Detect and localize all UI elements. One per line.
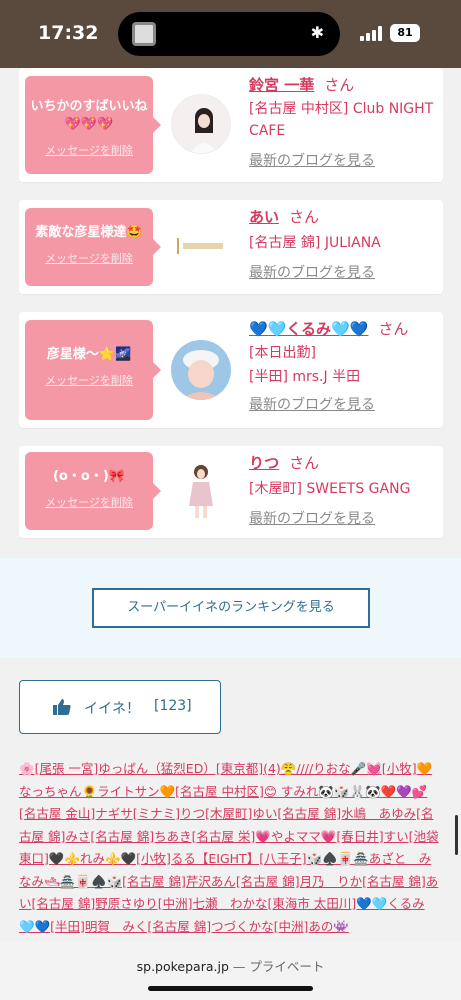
- cast-name-link[interactable]: りつ: [249, 454, 279, 472]
- browser-bottom-bar: sp.pokepara.jp — プライベート: [0, 942, 461, 1000]
- cast-info: あい さん [名古屋 錦] JULIANA 最新のブログを見る: [249, 206, 439, 282]
- private-mode-label: プライベート: [249, 959, 325, 974]
- avatar[interactable]: [171, 94, 231, 154]
- avatar[interactable]: [171, 460, 231, 520]
- thumbs-up-icon: [53, 699, 71, 715]
- honorific: さん: [324, 76, 355, 94]
- liked-by-list[interactable]: 🌸[尾張 一宮]ゆっぱん（猛烈ED）[東京都](4)😤////りおな🎤💓[小牧]…: [19, 758, 439, 938]
- message-bubble: 彦星様〜⭐️🌌 メッセージを削除: [25, 320, 161, 420]
- like-card: いちかのすばいいね💖💖💖 メッセージを削除 鈴宮 一華 さん [名古屋 中村区] …: [19, 68, 443, 182]
- now-playing-thumbnail-icon: [132, 22, 156, 46]
- like-button[interactable]: イイネ！ [123]: [19, 680, 221, 734]
- url-separator: —: [232, 959, 246, 974]
- delete-message-link[interactable]: メッセージを削除: [25, 372, 153, 388]
- dynamic-island: ✱: [118, 12, 340, 56]
- attendance-status: [本日出勤]: [249, 345, 316, 361]
- shop-info: [木屋町] SWEETS GANG: [249, 481, 411, 497]
- woman-standing-icon: [189, 465, 213, 518]
- cellular-signal-icon: [360, 26, 384, 41]
- message-bubble: いちかのすばいいね💖💖💖 メッセージを削除: [25, 76, 161, 174]
- message-bubble: (o・o・)🎀 メッセージを削除: [25, 452, 161, 530]
- liked-by-links[interactable]: 🌸[尾張 一宮]ゆっぱん（猛烈ED）[東京都](4)😤////りおな🎤💓[小牧]…: [19, 761, 439, 934]
- latest-blog-link[interactable]: 最新のブログを見る: [249, 262, 439, 282]
- message-text: 彦星様〜⭐️🌌: [46, 347, 132, 362]
- cast-info: りつ さん [木屋町] SWEETS GANG 最新のブログを見る: [249, 452, 439, 528]
- latest-blog-link[interactable]: 最新のブログを見る: [249, 508, 439, 528]
- scrollbar[interactable]: [455, 815, 458, 855]
- message-text: (o・o・)🎀: [53, 469, 125, 484]
- status-time: 17:32: [38, 22, 99, 44]
- avatar[interactable]: [171, 340, 231, 400]
- url-domain: sp.pokepara.jp: [136, 959, 229, 974]
- status-bar: 17:32 ✱ 81: [0, 0, 461, 68]
- shop-info: [名古屋 錦] JULIANA: [249, 235, 381, 251]
- latest-blog-link[interactable]: 最新のブログを見る: [249, 394, 439, 414]
- shop-info: [名古屋 中村区] Club NIGHT CAFE: [249, 101, 434, 139]
- delete-message-link[interactable]: メッセージを削除: [25, 142, 153, 158]
- honorific: さん: [289, 208, 320, 226]
- delete-message-link[interactable]: メッセージを削除: [25, 494, 153, 510]
- cast-name-link[interactable]: あい: [249, 208, 279, 226]
- cast-info: 鈴宮 一華 さん [名古屋 中村区] Club NIGHT CAFE 最新のブログ…: [249, 74, 439, 170]
- home-indicator[interactable]: [148, 986, 313, 991]
- honorific: さん: [289, 454, 320, 472]
- like-card: (o・o・)🎀 メッセージを削除 りつ さん [木屋町] SWEETS GANG …: [19, 446, 443, 538]
- like-card: 素敵な彦星様達🤩 メッセージを削除 あい さん [名古屋 錦] JULIANA 最…: [19, 200, 443, 294]
- latest-blog-link[interactable]: 最新のブログを見る: [249, 150, 439, 170]
- juliana-logo-icon: [177, 238, 223, 254]
- like-label: イイネ！: [84, 701, 140, 717]
- bluetooth-icon: ✱: [310, 23, 324, 42]
- cast-info: 💙🩵くるみ🩵💙 さん [本日出勤] [半田] mrs.J 半田 最新のブログを見る: [249, 318, 439, 414]
- message-bubble: 素敵な彦星様達🤩 メッセージを削除: [25, 208, 161, 286]
- woman-portrait-icon: [191, 108, 217, 153]
- avatar[interactable]: [171, 216, 231, 276]
- address-bar[interactable]: sp.pokepara.jp — プライベート: [0, 956, 461, 975]
- cast-name-link[interactable]: 💙🩵くるみ🩵💙: [249, 320, 368, 338]
- battery-indicator: 81: [390, 24, 420, 42]
- like-count: [123]: [154, 698, 192, 714]
- message-text: いちかのすばいいね💖💖💖: [30, 99, 148, 132]
- like-card: 彦星様〜⭐️🌌 メッセージを削除 💙🩵くるみ🩵💙 さん [本日出勤] [半田] m…: [19, 312, 443, 428]
- honorific: さん: [378, 320, 409, 338]
- ranking-section: スーパーイイネのランキングを見る: [0, 558, 461, 658]
- super-like-ranking-button[interactable]: スーパーイイネのランキングを見る: [92, 588, 370, 628]
- message-text: 素敵な彦星様達🤩: [35, 225, 143, 240]
- woman-cap-icon: [181, 350, 221, 400]
- shop-info: [半田] mrs.J 半田: [249, 369, 361, 385]
- delete-message-link[interactable]: メッセージを削除: [25, 250, 153, 266]
- cast-name-link[interactable]: 鈴宮 一華: [249, 76, 314, 94]
